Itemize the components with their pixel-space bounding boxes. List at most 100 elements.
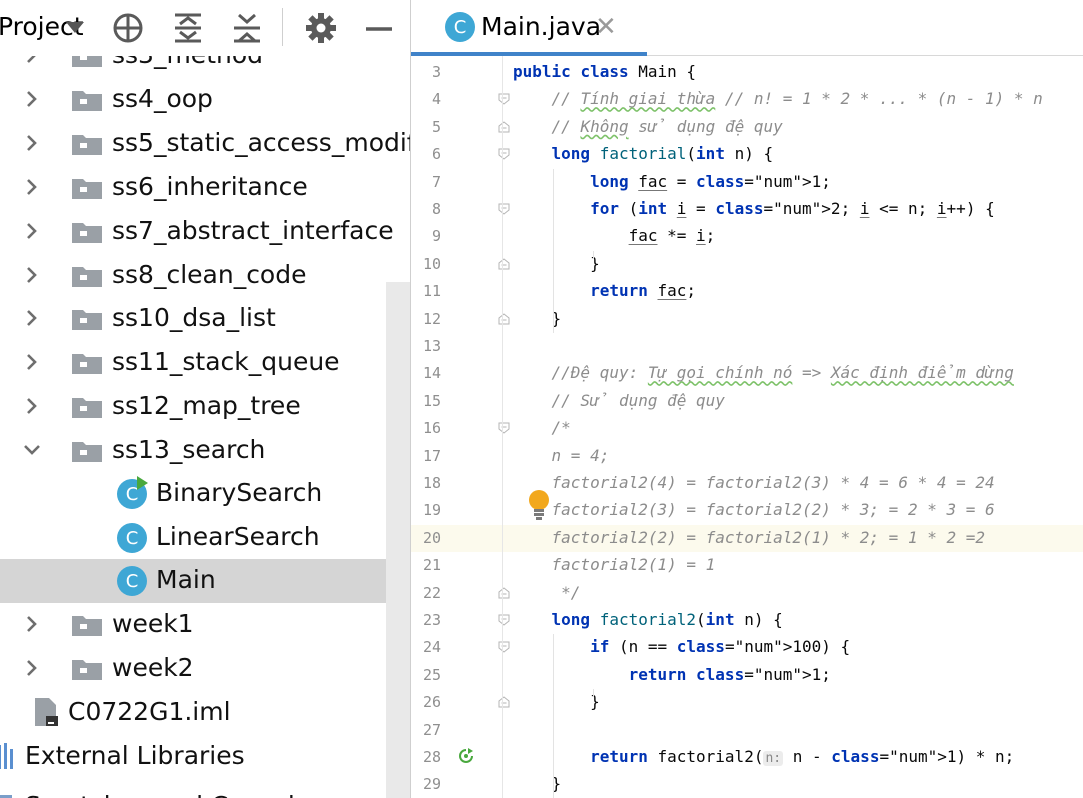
code-line[interactable]: 15 // Sử dụng đệ quy (411, 388, 1083, 415)
tree-item-ss8-clean-code[interactable]: ss8_clean_code (0, 254, 410, 298)
tree-item-linearsearch[interactable]: C LinearSearch (0, 516, 410, 560)
tree-item-external-libraries[interactable]: External Libraries (0, 735, 410, 779)
close-icon[interactable]: ✕ (595, 14, 617, 40)
indent-guide (553, 168, 554, 333)
chevron-right-icon[interactable] (22, 352, 42, 372)
code-text: factorial2(1) = 1 (513, 555, 716, 575)
code-line[interactable]: 17 n = 4; (411, 443, 1083, 470)
hide-icon[interactable] (362, 12, 396, 44)
tree-item-label: week1 (112, 609, 194, 638)
code-line[interactable]: 4 // Tính giai thừa // n! = 1 * 2 * ... … (411, 86, 1083, 113)
recursive-call-icon[interactable] (458, 748, 474, 764)
chevron-right-icon[interactable] (22, 265, 42, 285)
tree-item-main[interactable]: C Main (0, 559, 410, 603)
tree-item-ss13-search[interactable]: ss13_search (0, 429, 410, 473)
code-line[interactable]: 23 long factorial2(int n) { (411, 607, 1083, 634)
chevron-down-icon[interactable] (66, 22, 84, 33)
gear-icon[interactable] (304, 12, 338, 44)
chevron-right-icon[interactable] (22, 614, 42, 634)
tree-item-ss10-dsa-list[interactable]: ss10_dsa_list (0, 297, 410, 341)
active-tab-indicator (411, 52, 647, 56)
code-text: // Không sử dụng đệ quy (513, 116, 783, 136)
code-text: */ (513, 582, 581, 602)
code-line[interactable]: 24 if (n == class="num">100) { (411, 634, 1083, 661)
code-line[interactable]: 9 fac *= i; (411, 223, 1083, 250)
code-line[interactable]: 11 return fac; (411, 278, 1083, 305)
code-text: for (int i = class="num">2; i <= n; i++)… (590, 199, 995, 218)
code-line[interactable]: 20 factorial2(2) = factorial2(1) * 2; = … (411, 524, 1083, 552)
chevron-right-icon[interactable] (22, 308, 42, 328)
code-line[interactable]: 19 factorial2(3) = factorial2(2) * 3; = … (411, 497, 1083, 524)
code-line[interactable]: 7 long fac = class="num">1; (411, 169, 1083, 196)
code-text: factorial2(4) = factorial2(3) * 4 = 6 * … (513, 473, 995, 492)
tab-main-java[interactable]: C Main.java ✕ (411, 0, 647, 56)
tree-item-c0722g1-iml[interactable]: C0722G1.iml (0, 691, 410, 735)
code-line[interactable]: 5 // Không sử dụng đệ quy (411, 114, 1083, 141)
code-text: long factorial2(int n) { (551, 610, 783, 629)
tree-item-ss12-map-tree[interactable]: ss12_map_tree (0, 385, 410, 429)
tree-item-label: ss8_clean_code (112, 260, 307, 289)
code-line[interactable]: 22 */ (411, 580, 1083, 607)
editor-gutter[interactable] (411, 56, 503, 798)
tree-item-ss6-inheritance[interactable]: ss6_inheritance (0, 166, 410, 210)
code-line[interactable]: 26 } (411, 689, 1083, 716)
collapse-all-icon[interactable] (230, 12, 264, 44)
code-text: fac *= i; (628, 226, 716, 246)
code-line[interactable]: 16 /* (411, 415, 1083, 442)
chevron-right-icon[interactable] (22, 658, 42, 678)
tree-item-ss11-stack-queue[interactable]: ss11_stack_queue (0, 341, 410, 385)
chevron-right-icon[interactable] (22, 221, 42, 241)
chevron-right-icon[interactable] (22, 89, 42, 109)
code-line[interactable]: 12 } (411, 306, 1083, 333)
lightbulb-icon[interactable] (527, 489, 551, 521)
code-line[interactable]: 8 for (int i = class="num">2; i <= n; i+… (411, 196, 1083, 223)
tree-item-ss7-abstract-interface[interactable]: ss7_abstract_interface (0, 210, 410, 254)
code-editor[interactable]: 3 public class Main {4 // Tính giai thừa … (411, 56, 1083, 798)
folder-icon (72, 398, 102, 418)
toolbar-separator (282, 8, 283, 46)
module-file-icon (35, 698, 58, 726)
folder-icon (72, 616, 102, 636)
java-class-icon: C (117, 566, 147, 596)
code-text: //Đệ quy: Tự gọi chính nó => Xác định đi… (513, 363, 1014, 383)
java-class-icon: C (445, 12, 475, 42)
indent-guide (553, 634, 554, 798)
tree-item-ss4-oop[interactable]: ss4_oop (0, 78, 410, 122)
chevron-right-icon[interactable] (22, 177, 42, 197)
code-line[interactable]: 6 long factorial(int n) { (411, 141, 1083, 168)
crosshair-icon[interactable] (111, 12, 145, 44)
libraries-icon (0, 743, 13, 769)
run-icon (137, 476, 148, 490)
expand-all-icon[interactable] (171, 12, 205, 44)
folder-icon (72, 442, 102, 462)
code-line[interactable]: 3 public class Main { (411, 59, 1083, 86)
chevron-right-icon[interactable] (22, 133, 42, 153)
folder-icon (72, 354, 102, 374)
code-text: return factorial2(n: n - class="num">1) … (590, 747, 1015, 766)
code-line[interactable]: 29 } (411, 771, 1083, 798)
code-line[interactable]: 27 (411, 717, 1083, 744)
folder-icon (72, 310, 102, 330)
parameter-hint: n: (763, 751, 784, 766)
tree-item-week1[interactable]: week1 (0, 603, 410, 647)
code-line[interactable]: 25 return class="num">1; (411, 662, 1083, 689)
tree-item-label: ss4_oop (112, 84, 213, 113)
tree-item-binarysearch[interactable]: C BinarySearch (0, 472, 410, 516)
code-line[interactable]: 14 //Đệ quy: Tự gọi chính nó => Xác định… (411, 360, 1083, 387)
code-line[interactable]: 10 } (411, 251, 1083, 278)
tree-item-label: ss6_inheritance (112, 172, 308, 201)
code-line[interactable]: 21 factorial2(1) = 1 (411, 552, 1083, 579)
chevron-down-icon[interactable] (22, 440, 42, 460)
chevron-right-icon[interactable] (22, 396, 42, 416)
project-panel: ss3_methodss4_oopss5_static_access_modif… (0, 0, 410, 798)
tree-item-label: week2 (112, 653, 194, 682)
code-line[interactable]: 13 (411, 333, 1083, 360)
tree-item-label: Scratches and Consoles (25, 791, 323, 798)
editor-tab-bar: C Main.java ✕ (411, 0, 1083, 56)
code-line[interactable]: 18 factorial2(4) = factorial2(3) * 4 = 6… (411, 470, 1083, 497)
tree-item-scratches-and-consoles[interactable]: Scratches and Consoles (0, 779, 410, 798)
tree-item-ss5-static-access-modifier[interactable]: ss5_static_access_modifier (0, 122, 410, 166)
project-scrollbar[interactable] (386, 282, 410, 798)
tree-item-week2[interactable]: week2 (0, 647, 410, 691)
code-line[interactable]: 28 return factorial2(n: n - class="num">… (411, 744, 1083, 771)
